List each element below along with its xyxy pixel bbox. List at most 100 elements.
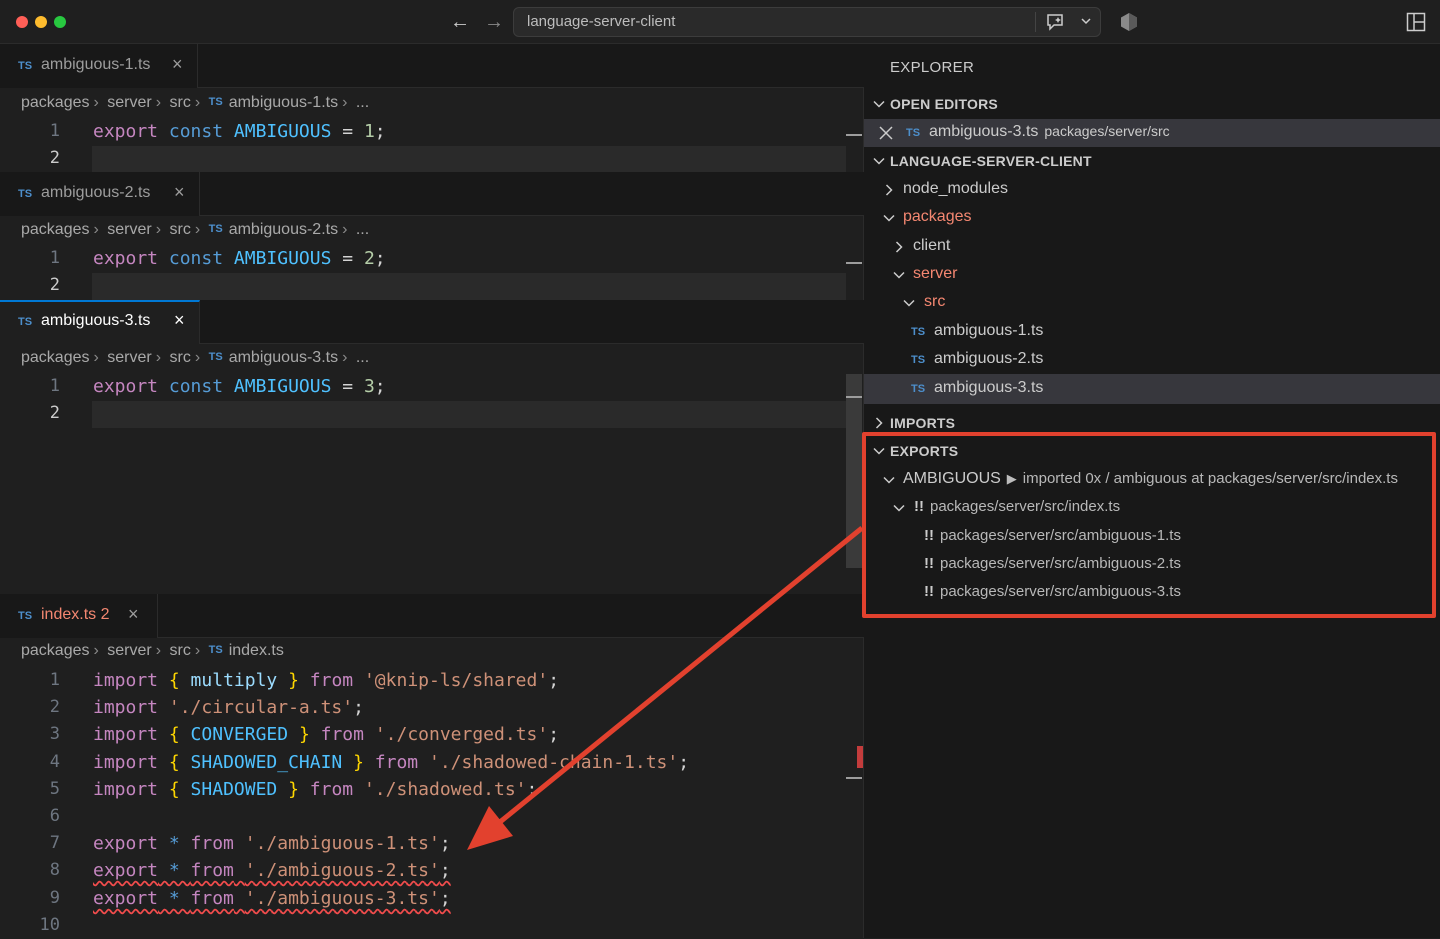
breadcrumb-item[interactable]: server [107, 94, 151, 111]
close-window-button[interactable] [16, 16, 28, 28]
tree-item-src[interactable]: src [864, 289, 1440, 317]
breadcrumb-item[interactable]: src [170, 349, 191, 366]
code-line[interactable]: export const AMBIGUOUS = 2; [93, 245, 386, 272]
line-number: 3 [49, 724, 60, 744]
close-tab-icon[interactable]: × [174, 182, 185, 203]
breadcrumb-item[interactable]: packages [21, 94, 90, 111]
close-icon[interactable] [879, 126, 893, 140]
chevron-right-icon: › [342, 94, 348, 111]
breadcrumb-item[interactable]: packages [21, 221, 90, 238]
typescript-file-icon: TS [18, 610, 33, 622]
code-line[interactable]: export const AMBIGUOUS = 1; [93, 118, 386, 145]
breadcrumb-item[interactable]: server [107, 349, 151, 366]
breadcrumb-item[interactable]: ... [356, 221, 369, 238]
command-center[interactable]: language-server-client [513, 7, 1101, 37]
code-line[interactable]: export * from './ambiguous-3.ts'; [93, 885, 451, 912]
chevron-down-icon[interactable] [1080, 15, 1092, 27]
breadcrumb-item[interactable]: ... [356, 349, 369, 366]
typescript-file-icon: TS [911, 383, 926, 395]
breadcrumb-item[interactable]: packages [21, 349, 90, 366]
tree-item-server[interactable]: server [864, 261, 1440, 289]
code-line[interactable]: import { multiply } from '@knip-ls/share… [93, 667, 559, 694]
breadcrumb-item[interactable]: ambiguous-3.ts [229, 349, 338, 366]
code-line[interactable]: export const AMBIGUOUS = 3; [93, 373, 386, 400]
breadcrumb-item[interactable]: ambiguous-2.ts [229, 221, 338, 238]
line-number: 8 [49, 860, 60, 880]
code-token: from [190, 860, 234, 881]
tree-item-packages[interactable]: packages [864, 204, 1440, 232]
code-token: ; [353, 697, 364, 718]
breadcrumb-item[interactable]: packages [21, 642, 90, 659]
close-tab-icon[interactable]: × [172, 54, 183, 75]
tree-item-label: packages [903, 208, 972, 225]
minimap-marker [846, 134, 862, 136]
tree-item-ambiguous-2[interactable]: TS ambiguous-2.ts [864, 346, 1440, 374]
tree-item-ambiguous-3[interactable]: TS ambiguous-3.ts [864, 374, 1440, 404]
tab-ambiguous-3[interactable]: TS ambiguous-3.ts × [0, 300, 200, 344]
tab-ambiguous-2[interactable]: TS ambiguous-2.ts × [0, 172, 200, 216]
breadcrumb-item[interactable]: src [170, 221, 191, 238]
current-line-highlight [92, 401, 846, 428]
open-editors-header[interactable]: OPEN EDITORS [864, 91, 1440, 119]
breadcrumb-item[interactable]: server [107, 642, 151, 659]
tree-item-client[interactable]: client [864, 233, 1440, 261]
tree-item-ambiguous-1[interactable]: TS ambiguous-1.ts [864, 318, 1440, 346]
tab-bar: TS ambiguous-3.ts × [0, 300, 864, 344]
breadcrumb-item[interactable]: ... [356, 94, 369, 111]
line-number: 5 [49, 779, 60, 799]
close-tab-icon[interactable]: × [128, 604, 139, 625]
line-number: 7 [49, 833, 60, 853]
tree-item-node-modules[interactable]: node_modules [864, 176, 1440, 204]
close-tab-icon[interactable]: × [174, 310, 185, 331]
code-line[interactable]: import { CONVERGED } from './converged.t… [93, 721, 559, 748]
code-line[interactable]: import { SHADOWED_CHAIN } from './shadow… [93, 749, 689, 776]
typescript-file-icon: TS [911, 326, 926, 338]
code-token: './converged.ts' [374, 724, 549, 745]
chevron-down-icon [873, 157, 885, 165]
chat-icon[interactable] [1045, 13, 1065, 31]
code-token: ; [439, 888, 451, 909]
code-line[interactable]: export * from './ambiguous-1.ts'; [93, 830, 451, 857]
code-line[interactable]: import './circular-a.ts'; [93, 694, 364, 721]
tab-label: ambiguous-1.ts [41, 56, 151, 73]
copilot-icon[interactable] [1118, 11, 1140, 33]
chevron-down-icon [893, 271, 905, 279]
go-forward-arrow-icon[interactable]: → [484, 10, 504, 34]
workspace-header[interactable]: LANGUAGE-SERVER-CLIENT [864, 148, 1440, 176]
breadcrumb-item[interactable]: ambiguous-1.ts [229, 94, 338, 111]
open-editor-item[interactable]: TS ambiguous-3.ts packages/server/src [864, 119, 1440, 147]
line-number: 1 [49, 670, 60, 690]
code-token: ; [439, 860, 451, 881]
error-squiggle[interactable]: export * from './ambiguous-2.ts'; [93, 860, 451, 881]
open-editor-path: packages/server/src [1044, 123, 1170, 139]
error-squiggle[interactable]: export * from './ambiguous-3.ts'; [93, 888, 451, 909]
tab-label: ambiguous-3.ts [41, 312, 151, 329]
customize-layout-icon[interactable] [1406, 12, 1426, 32]
minimize-window-button[interactable] [35, 16, 47, 28]
code-token: multiply [179, 670, 289, 691]
typescript-file-icon: TS [18, 188, 33, 200]
line-number: 4 [49, 752, 60, 772]
code-line[interactable]: import { SHADOWED } from './shadowed.ts'… [93, 776, 537, 803]
tab-ambiguous-1[interactable]: TS ambiguous-1.ts × [0, 44, 198, 88]
line-number: 2 [49, 403, 60, 423]
code-token: } [298, 724, 310, 745]
code-token: ; [678, 752, 690, 773]
scrollbar-thumb[interactable] [846, 374, 862, 568]
code-line[interactable]: export * from './ambiguous-2.ts'; [93, 857, 451, 884]
typescript-file-icon: TS [18, 60, 33, 72]
current-line-highlight [92, 273, 846, 300]
title-bar: ← → language-server-client [0, 0, 1440, 44]
breadcrumb-item[interactable]: index.ts [229, 642, 284, 659]
breadcrumb-item[interactable]: src [170, 642, 191, 659]
section-label: OPEN EDITORS [890, 96, 998, 112]
tab-index[interactable]: TS index.ts 2 × [0, 594, 158, 638]
go-back-arrow-icon[interactable]: ← [450, 10, 470, 34]
code-token: { [168, 724, 180, 745]
chevron-right-icon: › [342, 349, 348, 366]
breadcrumb-item[interactable]: server [107, 221, 151, 238]
zoom-window-button[interactable] [54, 16, 66, 28]
breadcrumb-item[interactable]: src [170, 94, 191, 111]
